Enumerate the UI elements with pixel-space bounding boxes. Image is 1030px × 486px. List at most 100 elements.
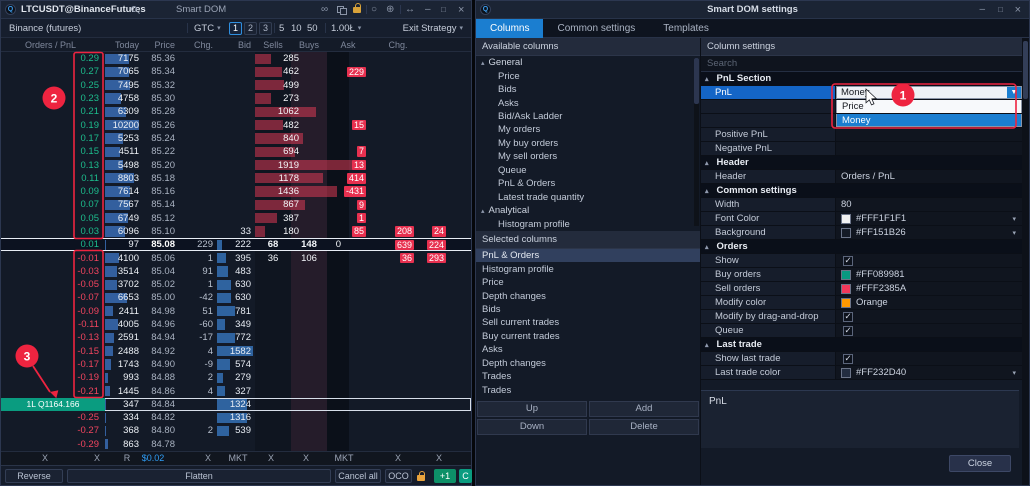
step-preset-50[interactable]: 50 [307, 19, 318, 37]
settings-row[interactable]: ▴Header [701, 156, 1022, 170]
list-item[interactable]: Trades [476, 370, 700, 383]
dropdown-option[interactable]: Money [836, 114, 1022, 127]
tab-common-settings[interactable]: Common settings [543, 19, 649, 38]
collapse-icon[interactable]: ▴ [481, 207, 485, 215]
tree-item[interactable]: Latest trade quantity [476, 191, 700, 204]
table-row[interactable]: -0.11400584.96-60349 [1, 318, 471, 331]
settings-row[interactable]: Buy orders#FF089981 [701, 268, 1022, 282]
close-position-button[interactable]: C [459, 469, 472, 483]
table-row[interactable]: -0.01410085.0613953610636293 [1, 251, 471, 264]
settings-row[interactable]: HeaderOrders / PnL [701, 170, 1022, 184]
reverse-button[interactable]: Reverse [5, 469, 63, 483]
collapse-icon[interactable]: ▴ [705, 341, 709, 349]
dropdown[interactable]: Money▼ [836, 86, 1022, 99]
list-item[interactable]: Depth changes [476, 357, 700, 370]
tree-item[interactable]: My buy orders [476, 137, 700, 150]
color-swatch[interactable] [841, 298, 851, 308]
table-row[interactable]: -0.05370285.021630 [1, 278, 471, 291]
market-order-button[interactable]: MKT [335, 452, 354, 465]
property-value[interactable]: #FFF1F1F1▾ [836, 212, 1022, 225]
close-button[interactable]: Close [949, 455, 1011, 472]
tree-item[interactable]: Queue [476, 164, 700, 177]
list-item[interactable]: Depth changes [476, 289, 700, 302]
table-row[interactable]: 0.17525385.24840 [1, 132, 471, 145]
tif-selector[interactable]: GTC▾ [194, 19, 221, 37]
tree-item[interactable]: Asks [476, 96, 700, 109]
cancel-column-button[interactable]: X [303, 452, 309, 465]
lock-icon[interactable] [353, 1, 361, 18]
list-item[interactable]: Asks [476, 343, 700, 356]
color-swatch[interactable] [841, 214, 851, 224]
maximize-icon[interactable]: □ [441, 1, 446, 18]
table-row[interactable]: -0.2986384.78 [1, 438, 471, 451]
list-item[interactable]: PnL & Orders [476, 249, 700, 262]
close-icon[interactable]: × [1015, 1, 1021, 18]
cancel-column-button[interactable]: X [395, 452, 401, 465]
table-row[interactable]: 0.09761485.161436-431 [1, 185, 471, 198]
symbol-title[interactable]: LTCUSDT@BinanceFutures [21, 1, 146, 18]
settings-row[interactable]: Negative PnL [701, 142, 1022, 156]
step-preset-5[interactable]: 5 [279, 19, 284, 37]
strategy-selector[interactable]: Exit Strategy▾ [403, 19, 463, 37]
settings-row[interactable]: Sell orders#FFF2385A [701, 282, 1022, 296]
list-item[interactable]: Price [476, 276, 700, 289]
tree-item[interactable]: Histogram profile [476, 217, 700, 230]
search-icon[interactable] [131, 6, 137, 12]
minimize-icon[interactable]: – [979, 1, 985, 18]
property-value[interactable]: Orders / PnL [836, 170, 1022, 183]
chevron-down-icon[interactable]: ▾ [1012, 215, 1016, 223]
settings-row[interactable]: Last trade color#FF232D40▾ [701, 366, 1022, 380]
tree-item[interactable]: My orders [476, 123, 700, 136]
table-row[interactable]: -0.2736884.802539 [1, 424, 471, 437]
collapse-icon[interactable]: ▴ [705, 75, 709, 83]
table-row[interactable]: 0.019785.08229222681480639224 [1, 238, 471, 251]
maximize-icon[interactable]: □ [998, 1, 1003, 18]
color-swatch[interactable] [841, 368, 851, 378]
qty-preset-1[interactable]: 1 [229, 22, 242, 35]
settings-row[interactable]: Background#FF151B26▾ [701, 226, 1022, 240]
list-item[interactable]: Bids [476, 303, 700, 316]
table-row[interactable]: 0.21630985.281062 [1, 105, 471, 118]
list-item[interactable]: Buy current trades [476, 330, 700, 343]
table-row[interactable]: 1L Q1164.16634784.841324 [1, 398, 471, 411]
tree-item[interactable]: Bids [476, 83, 700, 96]
table-row[interactable]: 0.23475885.30273 [1, 92, 471, 105]
settings-row[interactable]: Price [701, 100, 1022, 114]
tree-item[interactable]: My sell orders [476, 150, 700, 163]
qty-preset-2[interactable]: 2 [244, 22, 257, 35]
copy-icon[interactable] [337, 1, 345, 18]
chevron-down-icon[interactable]: ▼ [1007, 87, 1021, 98]
checkbox[interactable]: ✓ [843, 312, 853, 322]
chevron-down-icon[interactable]: ▾ [1012, 229, 1016, 237]
tree-group[interactable]: ▴Analytical [476, 204, 700, 217]
settings-row[interactable]: Font Color#FFF1F1F1▾ [701, 212, 1022, 226]
close-icon[interactable]: × [458, 1, 464, 18]
settings-row[interactable]: Width80 [701, 198, 1022, 212]
qty-preset-3[interactable]: 3 [259, 22, 272, 35]
table-row[interactable]: -0.13259184.94-17772 [1, 331, 471, 344]
settings-row[interactable]: ▴Common settings [701, 184, 1022, 198]
settings-row[interactable]: Modify by drag-and-drop✓ [701, 310, 1022, 324]
tree-scrollbar[interactable] [694, 58, 699, 226]
property-value[interactable]: #FF151B26▾ [836, 226, 1022, 239]
table-row[interactable]: -0.15248884.9241582 [1, 345, 471, 358]
size-selector[interactable]: 1.00Ł▾ [331, 19, 361, 37]
settings-row[interactable]: ▴PnL Section [701, 72, 1022, 86]
tree-item[interactable]: Price [476, 69, 700, 82]
cancel-column-button[interactable]: X [436, 452, 442, 465]
tree-item[interactable]: Bid/Ask Ladder [476, 110, 700, 123]
table-row[interactable]: -0.03351485.0491483 [1, 265, 471, 278]
settings-row[interactable]: Show last trade✓ [701, 352, 1022, 366]
radio-icon[interactable]: ○ [371, 1, 377, 18]
tree-group[interactable]: ▴General [476, 56, 700, 69]
table-row[interactable]: 0.25749585.32499 [1, 79, 471, 92]
checkbox[interactable]: ✓ [843, 256, 853, 266]
plus-one-button[interactable]: +1 [434, 469, 456, 483]
property-value[interactable]: 80 [836, 198, 1022, 211]
tab-columns[interactable]: Columns [476, 19, 543, 38]
list-item[interactable]: Trades [476, 383, 700, 396]
add-button[interactable]: Add [589, 401, 699, 417]
collapse-icon[interactable]: ▴ [705, 243, 709, 251]
collapse-icon[interactable]: ▴ [481, 59, 485, 67]
account-selector[interactable]: Binance (futures) [9, 19, 81, 37]
